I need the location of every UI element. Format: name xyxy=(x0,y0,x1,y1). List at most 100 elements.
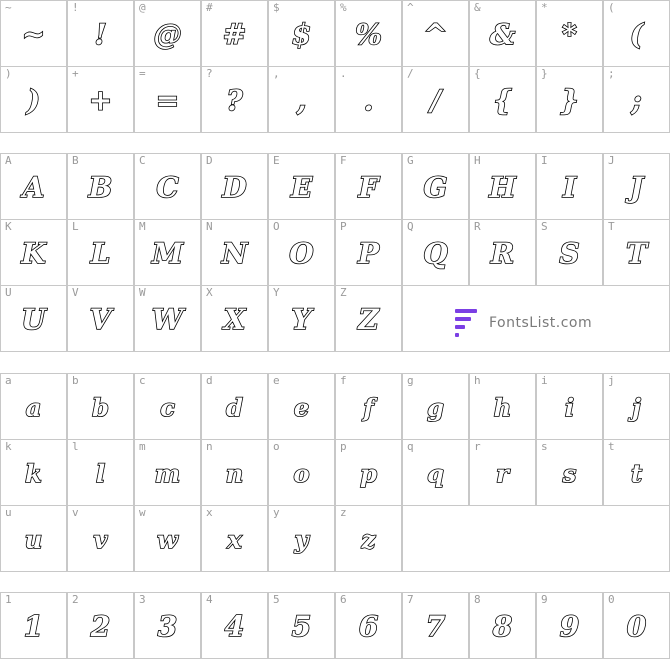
glyph-cell: qq xyxy=(402,439,469,506)
glyph-key-label: ! xyxy=(72,1,79,14)
glyph-sample: ) xyxy=(26,83,41,118)
glyph-key-label: J xyxy=(608,154,615,167)
glyph-cell: .. xyxy=(335,66,402,133)
glyph-sample: $ xyxy=(291,17,312,52)
glyph-key-label: A xyxy=(5,154,12,167)
glyph-cell: dd xyxy=(201,373,268,440)
glyph-cell: (( xyxy=(603,0,670,67)
glyph-key-label: % xyxy=(340,1,347,14)
glyph-sample: e xyxy=(293,392,310,423)
glyph-sample: + xyxy=(88,83,113,118)
glyph-sample: V xyxy=(89,302,112,337)
glyph-key-label: e xyxy=(273,374,280,387)
glyph-sample: 6 xyxy=(358,609,379,644)
glyph-cell: @ @ xyxy=(134,0,201,67)
glyph-key-label: ^ xyxy=(407,1,414,14)
glyph-sample: , xyxy=(296,83,307,118)
glyph-key-label: M xyxy=(139,220,146,233)
glyph-sample: 2 xyxy=(90,609,111,644)
glyph-key-label: C xyxy=(139,154,146,167)
glyph-cell: kk xyxy=(0,439,67,506)
glyph-sample: ; xyxy=(631,83,643,118)
glyph-sample: F xyxy=(358,170,379,205)
glyph-sample: h xyxy=(493,392,512,423)
glyph-sample: b xyxy=(91,392,109,423)
glyph-key-label: T xyxy=(608,220,615,233)
glyph-sample: 3 xyxy=(157,609,178,644)
glyph-sample: 8 xyxy=(492,609,513,644)
glyph-sample: 0 xyxy=(626,609,647,644)
glyph-sample: k xyxy=(24,458,42,489)
glyph-key-label: a xyxy=(5,374,12,387)
glyph-key-label: s xyxy=(541,440,548,453)
glyph-sample: A xyxy=(22,170,45,205)
glyph-cell: mm xyxy=(134,439,201,506)
glyph-sample: d xyxy=(225,392,243,423)
glyph-sample: n xyxy=(225,458,244,489)
glyph-sample: E xyxy=(290,170,313,205)
glyph-sample: = xyxy=(155,83,180,118)
glyph-sample: w xyxy=(156,524,178,555)
glyph-key-label: H xyxy=(474,154,481,167)
glyph-key-label: 7 xyxy=(407,593,414,606)
glyph-cell: 99 xyxy=(536,592,603,659)
glyph-key-label: Q xyxy=(407,220,414,233)
glyph-key-label: ; xyxy=(608,67,615,80)
glyph-sample: L xyxy=(90,236,111,271)
glyph-sample: ^ xyxy=(423,17,448,52)
glyph-cell: gg xyxy=(402,373,469,440)
glyph-key-label: k xyxy=(5,440,12,453)
glyph-sample: 7 xyxy=(425,609,446,644)
glyph-key-label: l xyxy=(72,440,79,453)
watermark-text: FontsList.com xyxy=(489,315,593,331)
glyph-cell: ?? xyxy=(201,66,268,133)
glyph-sample: 1 xyxy=(23,609,44,644)
fontslist-watermark: FontsList.com xyxy=(455,309,592,337)
glyph-cell: ss xyxy=(536,439,603,506)
glyph-key-label: K xyxy=(5,220,12,233)
glyph-cell: rr xyxy=(469,439,536,506)
glyph-key-label: X xyxy=(206,286,213,299)
glyph-key-label: n xyxy=(206,440,213,453)
glyph-key-label: 8 xyxy=(474,593,481,606)
glyph-sample: u xyxy=(24,524,43,555)
glyph-sample: c xyxy=(159,392,175,423)
glyph-cell: vv xyxy=(67,505,134,572)
glyph-cell: OO xyxy=(268,219,335,286)
glyph-cell: # # xyxy=(201,0,268,67)
glyph-key-label: U xyxy=(5,286,12,299)
glyph-sample: B xyxy=(88,170,113,205)
glyph-key-label: G xyxy=(407,154,414,167)
glyph-sample: g xyxy=(426,392,444,423)
glyph-cell: CC xyxy=(134,153,201,220)
glyph-key-label: { xyxy=(474,67,481,80)
glyph-sample: 9 xyxy=(559,609,580,644)
glyph-cell: zz xyxy=(335,505,402,572)
glyph-sample: m xyxy=(154,458,181,489)
glyph-sample: { xyxy=(493,83,513,118)
glyph-cell: ww xyxy=(134,505,201,572)
glyph-cell: 55 xyxy=(268,592,335,659)
glyph-cell: 22 xyxy=(67,592,134,659)
glyph-cell: KK xyxy=(0,219,67,286)
glyph-key-label: u xyxy=(5,506,12,519)
glyph-cell: 77 xyxy=(402,592,469,659)
glyph-sample: r xyxy=(495,458,509,489)
glyph-sample: X xyxy=(223,302,246,337)
glyph-sample: J xyxy=(629,170,644,205)
glyph-key-label: $ xyxy=(273,1,280,14)
glyph-key-label: c xyxy=(139,374,146,387)
glyph-key-label: W xyxy=(139,286,146,299)
glyph-cell: ii xyxy=(536,373,603,440)
glyph-cell: FF xyxy=(335,153,402,220)
glyph-key-label: Y xyxy=(273,286,280,299)
glyph-cell: TT xyxy=(603,219,670,286)
glyph-cell: WW xyxy=(134,285,201,352)
glyph-sample: N xyxy=(221,236,248,271)
glyph-cell: EE xyxy=(268,153,335,220)
glyph-cell: + + xyxy=(67,66,134,133)
glyph-key-label: D xyxy=(206,154,213,167)
glyph-cell: QQ xyxy=(402,219,469,286)
glyph-sample: Z xyxy=(357,302,379,337)
glyph-cell: ,, xyxy=(268,66,335,133)
